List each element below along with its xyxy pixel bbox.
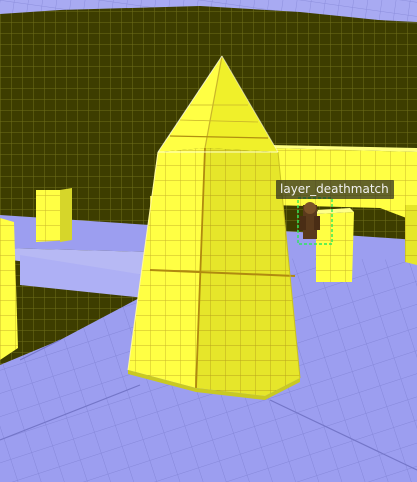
level-scene[interactable]	[0, 0, 417, 482]
pillar-left-small-side	[60, 188, 72, 242]
far-right-wall	[280, 15, 417, 160]
entity-name-label: layer_deathmatch	[276, 180, 394, 199]
pillar-right-far[interactable]	[405, 205, 417, 265]
editor-3d-viewport[interactable]: layer_deathmatch	[0, 0, 417, 482]
pillar-middle-right[interactable]	[316, 212, 354, 282]
